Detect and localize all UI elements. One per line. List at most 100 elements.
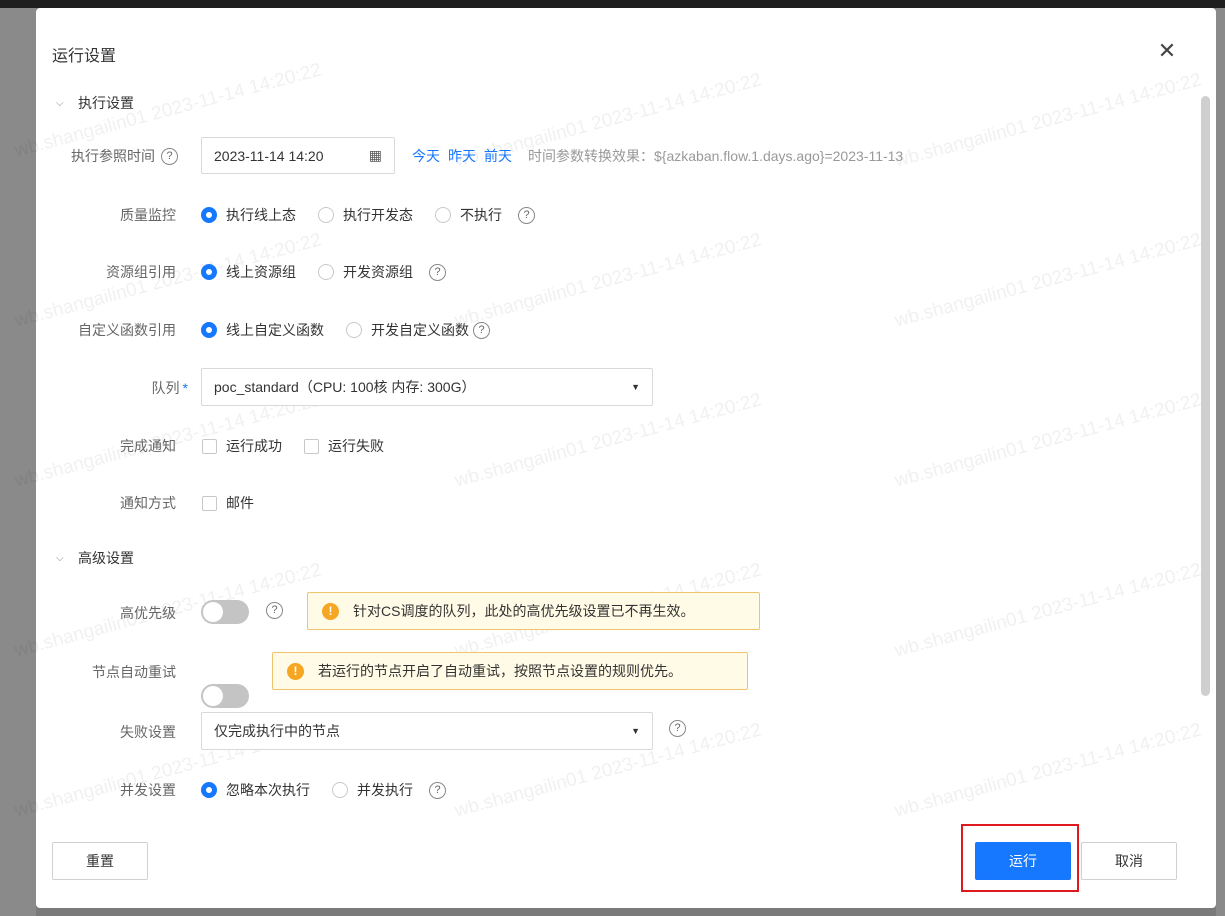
close-icon[interactable]: ✕ [1156,40,1178,62]
warning-icon: ! [287,662,304,680]
exec-time-label-group: 执行参照时间 ? [46,146,178,166]
calendar-icon[interactable]: ▦ [369,147,382,164]
radio-resource-dev[interactable]: 开发资源组 [318,262,413,282]
radio-quality-none[interactable]: 不执行 [435,205,502,225]
exec-time-input[interactable]: 2023-11-14 14:20 ▦ [201,137,395,174]
checkbox-label: 邮件 [226,495,254,511]
radio-label: 线上自定义函数 [226,322,324,338]
reset-button[interactable]: 重置 [52,842,148,880]
checkbox-box [202,495,217,511]
scrollbar[interactable] [1201,96,1210,696]
section-exec-label: 执行设置 [78,95,134,111]
radio-dot [332,782,348,798]
queue-value: poc_standard（CPU: 100核 内存: 300G） [214,379,476,395]
notify-label: 完成通知 [120,438,176,454]
failure-label: 失败设置 [120,724,176,740]
radio-resource-online[interactable]: 线上资源组 [201,262,296,282]
radio-label: 执行线上态 [226,207,296,223]
toggle-knob [203,686,223,706]
checkbox-box [202,438,217,454]
exec-time-shortcuts: 今天 昨天 前天 时间参数转换效果：${azkaban.flow.1.days.… [412,146,903,166]
section-advanced-settings[interactable]: ⌵ 高级设置 [56,548,134,568]
backdrop-top-bar [0,0,1225,8]
backdrop-right [1216,8,1225,916]
notify-method-group: 邮件 [202,493,276,513]
radio-label: 并发执行 [357,782,413,798]
failure-select[interactable]: 仅完成执行中的节点 ▼ [201,712,653,750]
failure-value: 仅完成执行中的节点 [214,723,340,739]
toggle-knob [203,602,223,622]
checkbox-run-failure[interactable]: 运行失败 [304,436,384,456]
udf-radio-group: 线上自定义函数 开发自定义函数 ? [201,320,490,340]
auto-retry-toggle[interactable] [201,684,249,708]
radio-label: 执行开发态 [343,207,413,223]
checkbox-label: 运行失败 [328,438,384,454]
link-today[interactable]: 今天 [412,146,440,166]
radio-dot [201,207,217,223]
radio-label: 开发自定义函数 [371,322,469,338]
help-icon[interactable]: ? [429,781,446,799]
queue-label-group: 队列 * [58,378,188,398]
help-icon[interactable]: ? [266,602,283,619]
notify-method-label: 通知方式 [120,495,176,511]
radio-dot [318,207,334,223]
queue-select[interactable]: poc_standard（CPU: 100核 内存: 300G） ▼ [201,368,653,406]
udf-label: 自定义函数引用 [78,322,176,338]
radio-label: 线上资源组 [226,264,296,280]
auto-retry-alert: ! 若运行的节点开启了自动重试，按照节点设置的规则优先。 [272,652,748,690]
radio-udf-online[interactable]: 线上自定义函数 [201,320,324,340]
checkbox-email[interactable]: 邮件 [202,493,254,513]
resource-label: 资源组引用 [106,264,176,280]
auto-retry-label: 节点自动重试 [92,664,176,680]
help-icon[interactable]: ? [161,147,178,165]
help-icon[interactable]: ? [429,263,446,281]
exec-time-value: 2023-11-14 14:20 [214,147,324,164]
section-exec-settings[interactable]: ⌵ 执行设置 [56,93,134,113]
help-icon[interactable]: ? [669,720,686,737]
priority-label: 高优先级 [120,605,176,621]
chevron-down-icon: ⌵ [56,97,64,109]
section-advanced-label: 高级设置 [78,550,134,566]
exec-time-label: 执行参照时间 [71,148,155,164]
radio-dot [201,322,217,338]
radio-dot [346,322,362,338]
caret-down-icon: ▼ [631,382,640,392]
radio-dot [201,264,217,280]
radio-ignore-this-run[interactable]: 忽略本次执行 [201,780,310,800]
concurrency-label: 并发设置 [120,782,176,798]
highlight-box [961,824,1079,892]
checkbox-box [304,438,319,454]
cancel-button[interactable]: 取消 [1081,842,1177,880]
required-mark: * [182,380,188,396]
concurrency-radio-group: 忽略本次执行 并发执行 ? [201,780,446,800]
radio-quality-dev[interactable]: 执行开发态 [318,205,413,225]
radio-quality-online[interactable]: 执行线上态 [201,205,296,225]
time-param-hint: 时间参数转换效果：${azkaban.flow.1.days.ago}=2023… [528,148,904,164]
priority-alert-text: 针对CS调度的队列，此处的高优先级设置已不再生效。 [353,603,695,619]
priority-alert: ! 针对CS调度的队列，此处的高优先级设置已不再生效。 [307,592,760,630]
link-yesterday[interactable]: 昨天 [448,146,476,166]
priority-toggle[interactable] [201,600,249,624]
chevron-down-icon: ⌵ [56,552,64,564]
radio-label: 忽略本次执行 [226,782,310,798]
radio-concurrent-run[interactable]: 并发执行 [332,780,413,800]
radio-dot [201,782,217,798]
radio-udf-dev[interactable]: 开发自定义函数 [346,320,469,340]
backdrop-left [0,8,36,916]
help-icon[interactable]: ? [473,321,490,339]
queue-label: 队列 [151,380,180,396]
dialog-title: 运行设置 [52,48,117,65]
link-day-before[interactable]: 前天 [484,146,512,166]
resource-radio-group: 线上资源组 开发资源组 ? [201,262,446,282]
radio-label: 开发资源组 [343,264,413,280]
help-icon[interactable]: ? [518,206,535,224]
quality-label: 质量监控 [120,207,176,223]
quality-radio-group: 执行线上态 执行开发态 不执行 ? [201,205,535,225]
radio-label: 不执行 [460,207,502,223]
caret-down-icon: ▼ [631,726,640,736]
checkbox-run-success[interactable]: 运行成功 [202,436,282,456]
auto-retry-alert-text: 若运行的节点开启了自动重试，按照节点设置的规则优先。 [318,663,682,679]
radio-dot [435,207,451,223]
warning-icon: ! [322,602,339,620]
notify-checkbox-group: 运行成功 运行失败 [202,436,406,456]
